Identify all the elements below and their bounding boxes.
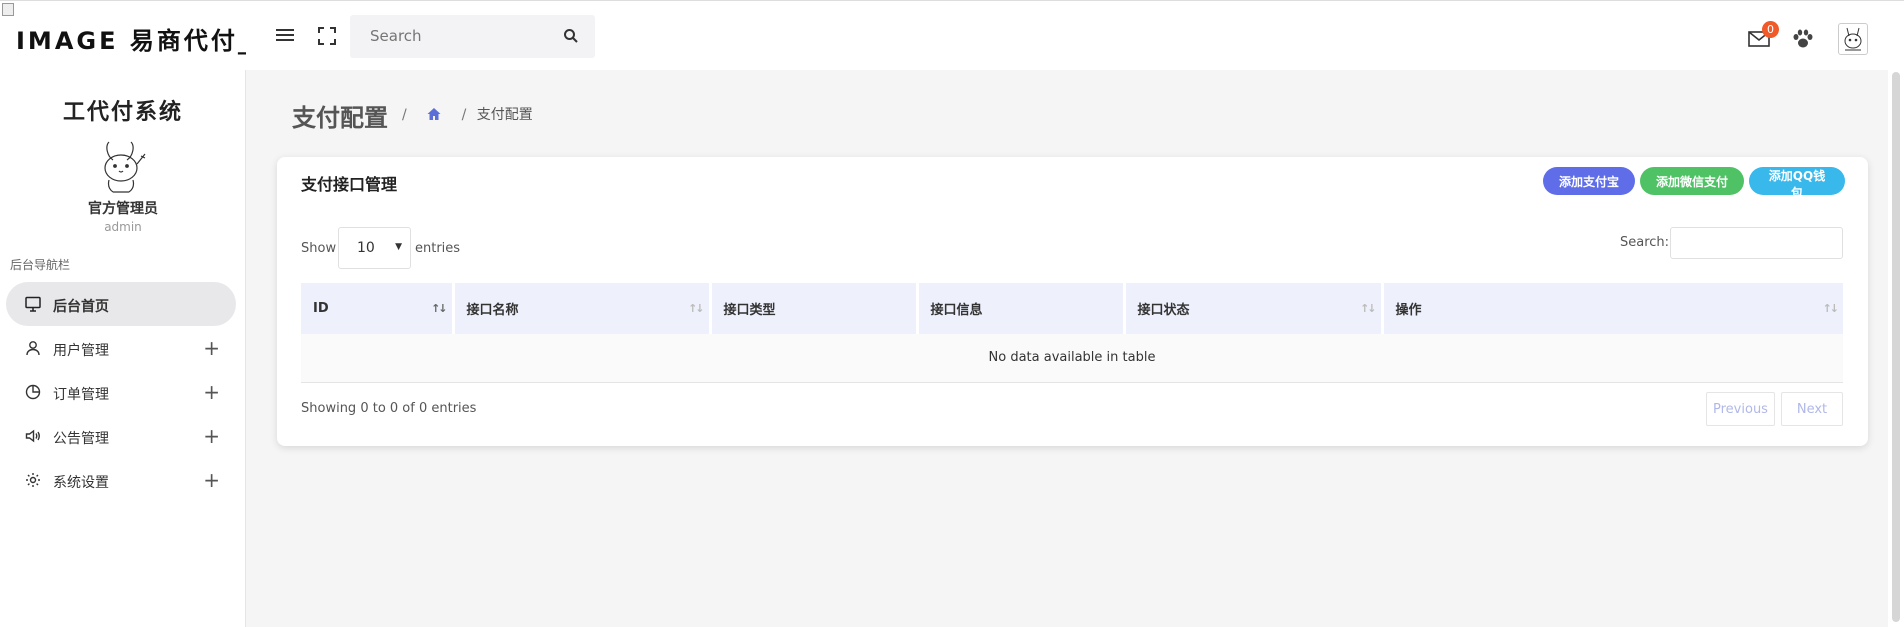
- fullscreen-icon[interactable]: [318, 27, 336, 45]
- add-wechat-pay-button[interactable]: 添加微信支付: [1640, 167, 1744, 195]
- sidebar-item-dashboard[interactable]: 后台首页: [6, 282, 236, 326]
- sidebar-item-label: 后台首页: [53, 299, 109, 315]
- search-icon[interactable]: [563, 28, 579, 44]
- broken-image-icon: [2, 3, 14, 16]
- admin-username: admin: [104, 220, 142, 234]
- home-icon[interactable]: [427, 107, 441, 121]
- show-label: Show: [301, 241, 337, 256]
- gear-icon: [25, 472, 41, 488]
- sidebar-item-settings[interactable]: 系统设置 +: [6, 458, 236, 502]
- sidebar-item-orders[interactable]: 订单管理 +: [6, 370, 236, 414]
- sidebar: 工代付系统 官方管理员 admin 后台导航栏 后台首页 用户管理 + 订单管理…: [0, 70, 246, 627]
- column-header-name[interactable]: 接口名称 ↑↓: [453, 283, 712, 334]
- user-avatar[interactable]: [1838, 23, 1868, 55]
- column-header-type: 接口类型: [710, 283, 919, 334]
- nav-section-label: 后台导航栏: [10, 258, 71, 272]
- column-header-info: 接口信息: [917, 283, 1126, 334]
- sort-asc-icon: ↑↓: [431, 302, 448, 315]
- breadcrumb-separator: /: [461, 107, 467, 123]
- system-title: 工代付系统: [62, 100, 183, 125]
- scrollbar[interactable]: [1888, 70, 1904, 627]
- sidebar-item-label: 用户管理: [53, 343, 109, 359]
- admin-avatar: [91, 134, 151, 196]
- pie-chart-icon: [25, 384, 41, 400]
- column-header-status[interactable]: 接口状态 ↑↓: [1124, 283, 1384, 334]
- payment-interface-card: 支付接口管理 添加支付宝 添加微信支付 添加QQ钱包 Show 10 ▼ ent…: [277, 157, 1868, 446]
- payment-interface-table: ID ↑↓ 接口名称 ↑↓ 接口类型 接口信息 接口状态 ↑↓ 操作 ↑↓ No dat…: [301, 283, 1843, 383]
- table-search-label: Search:: [1620, 235, 1670, 250]
- breadcrumb-current: 支付配置: [476, 107, 533, 123]
- notification-badge: 0: [1762, 21, 1779, 38]
- sidebar-item-announcements[interactable]: 公告管理 +: [6, 414, 236, 458]
- table-header-row: ID ↑↓ 接口名称 ↑↓ 接口类型 接口信息 接口状态 ↑↓ 操作 ↑↓: [301, 283, 1843, 334]
- expand-plus-icon[interactable]: +: [203, 380, 220, 404]
- entries-label: entries: [415, 241, 461, 256]
- page-length-select[interactable]: 10 ▼: [338, 227, 411, 269]
- table-row: No data available in table: [301, 334, 1843, 383]
- add-alipay-button[interactable]: 添加支付宝: [1543, 167, 1635, 195]
- sort-icon: ↑↓: [1360, 302, 1377, 315]
- sidebar-item-label: 订单管理: [53, 387, 109, 403]
- menu-toggle-icon[interactable]: [276, 29, 294, 43]
- page-title: 支付配置: [292, 104, 388, 132]
- sort-icon: ↑↓: [1822, 302, 1840, 315]
- speaker-icon: [25, 428, 41, 444]
- column-header-actions[interactable]: 操作 ↑↓: [1382, 283, 1843, 334]
- sidebar-item-label: 公告管理: [53, 431, 109, 447]
- expand-plus-icon[interactable]: +: [203, 424, 220, 448]
- breadcrumb-separator: /: [402, 107, 407, 123]
- card-title: 支付接口管理: [301, 175, 398, 194]
- sidebar-item-label: 系统设置: [53, 475, 109, 491]
- empty-table-message: No data available in table: [301, 334, 1843, 383]
- expand-plus-icon[interactable]: +: [203, 336, 220, 360]
- scrollbar-thumb[interactable]: [1892, 72, 1900, 622]
- chevron-down-icon: ▼: [395, 242, 402, 252]
- search-input[interactable]: [370, 27, 550, 45]
- logo-text: IMAGE 易商代付_手: [16, 27, 246, 55]
- table-info: Showing 0 to 0 of 0 entries: [301, 401, 477, 416]
- add-qq-wallet-button[interactable]: 添加QQ钱包: [1749, 167, 1845, 200]
- expand-plus-icon[interactable]: +: [203, 468, 220, 492]
- admin-name: 官方管理员: [88, 201, 158, 217]
- monitor-icon: [25, 296, 41, 312]
- sort-icon: ↑↓: [688, 302, 705, 315]
- paw-icon[interactable]: [1792, 29, 1814, 49]
- next-page-button[interactable]: Next: [1781, 392, 1843, 426]
- logo[interactable]: IMAGE 易商代付_手: [0, 1, 246, 71]
- sidebar-item-users[interactable]: 用户管理 +: [6, 326, 236, 370]
- user-icon: [25, 340, 41, 356]
- search-box: [350, 15, 595, 58]
- top-bar: IMAGE 易商代付_手 0: [0, 0, 1904, 70]
- page-length-value: 10: [357, 240, 375, 256]
- column-header-id[interactable]: ID ↑↓: [301, 283, 455, 334]
- breadcrumb: / / 支付配置: [396, 104, 533, 124]
- previous-page-button[interactable]: Previous: [1706, 392, 1775, 426]
- table-search-input[interactable]: [1670, 227, 1843, 259]
